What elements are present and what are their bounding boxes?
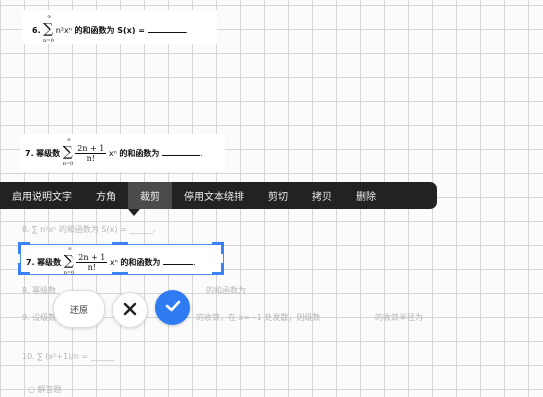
numerator: 2n + 1	[76, 253, 108, 263]
period: .	[185, 26, 189, 35]
sum-upper-limit: ∞	[66, 137, 71, 143]
fraction: 2n + 1 n!	[76, 253, 108, 272]
toolbar-delete[interactable]: 删除	[344, 182, 388, 209]
answer-blank	[147, 24, 186, 33]
question-7-text: 的和函数为	[119, 149, 160, 158]
question-7: 7. 幂级数 ∑ ∞ n=0 2n + 1 n! xⁿ 的和函数为 .	[25, 137, 203, 167]
question-7-prefix: 幂级数	[37, 258, 62, 267]
denominator: n!	[86, 154, 95, 163]
numerator: 2n + 1	[75, 144, 107, 154]
question-6-text: 的和函数为 S(x) =	[74, 26, 145, 35]
faded-line-4: 9. 设级数	[22, 313, 57, 322]
answer-blank	[161, 147, 200, 156]
question-6: 6. ∑ ∞ n=0 n²xⁿ 的和函数为 S(x) = .	[32, 14, 189, 44]
toolbar-copy[interactable]: 拷贝	[300, 182, 344, 209]
fraction: 2n + 1 n!	[75, 144, 107, 163]
faded-line-1: 8. ∑ n²xⁿ 的和函数为 S(x) = ______.	[22, 225, 156, 234]
sigma-symbol: ∑ ∞ n=0	[62, 137, 74, 167]
cancel-button[interactable]	[112, 292, 148, 328]
faded-line-7: 10. ∑ (x²+1)/n = ______	[22, 352, 115, 361]
faded-line-5: 的收敛，在 x=−1 处发散，则级数	[196, 313, 321, 322]
sigma-symbol: ∑ ∞ n=0	[63, 246, 75, 276]
crop-handle-bottom-right[interactable]	[221, 263, 224, 275]
toolbar-square-corners[interactable]: 方角	[84, 182, 128, 209]
question-7-text: 的和函数为	[120, 258, 161, 267]
crop-handle-bottom-left[interactable]	[18, 263, 21, 275]
sigma-symbol: ∑ ∞ n=0	[43, 14, 54, 44]
context-toolbar: 启用说明文字 方角 裁剪 停用文本绕排 剪切 拷贝 删除	[0, 182, 437, 209]
toolbar-pointer	[128, 209, 140, 216]
faded-line-8: ○ 解答题	[28, 385, 62, 394]
faded-line-3: 的和函数为	[206, 286, 246, 295]
period: .	[199, 149, 203, 158]
denominator: n!	[87, 263, 96, 272]
crop-handle-top-left[interactable]	[18, 242, 21, 254]
restore-button[interactable]: 还原	[53, 290, 105, 328]
crop-selection[interactable]: 7. 幂级数 ∑ ∞ n=0 2n + 1 n! xⁿ 的和函数为 .	[20, 244, 224, 276]
confirm-button[interactable]	[155, 290, 190, 325]
sum-upper-limit: ∞	[67, 246, 72, 252]
crop-handle-top-right[interactable]	[221, 242, 224, 254]
crop-handle-bottom[interactable]	[112, 272, 128, 275]
toolbar-enable-caption[interactable]: 启用说明文字	[0, 182, 84, 209]
answer-blank	[162, 256, 193, 265]
question-7-preview: 7. 幂级数 ∑ ∞ n=0 2n + 1 n! xⁿ 的和函数为 .	[26, 246, 196, 276]
question-6-number: 6.	[32, 26, 41, 35]
toolbar-cut[interactable]: 剪切	[256, 182, 300, 209]
sum-lower-limit: n=0	[63, 270, 75, 276]
period: .	[192, 258, 196, 267]
restore-label: 还原	[69, 305, 88, 316]
close-icon	[123, 301, 137, 320]
faded-line-6: 的收敛半径为	[375, 313, 423, 322]
toolbar-disable-text-wrap[interactable]: 停用文本绕排	[172, 182, 256, 209]
series-term: xⁿ	[108, 149, 117, 158]
toolbar-crop[interactable]: 裁剪	[128, 182, 172, 209]
sum-upper-limit: ∞	[47, 14, 52, 20]
faded-line-2: 8. 幂级数	[22, 286, 57, 295]
series-term: n²xⁿ	[55, 26, 72, 35]
question-7-number: 7.	[26, 258, 35, 267]
sum-lower-limit: n=0	[43, 38, 54, 44]
check-icon	[165, 298, 181, 317]
crop-handle-top[interactable]	[112, 242, 128, 245]
question-7-number: 7.	[25, 149, 34, 158]
series-term: xⁿ	[109, 258, 118, 267]
question-7-prefix: 幂级数	[36, 149, 61, 158]
sum-lower-limit: n=0	[62, 161, 74, 167]
